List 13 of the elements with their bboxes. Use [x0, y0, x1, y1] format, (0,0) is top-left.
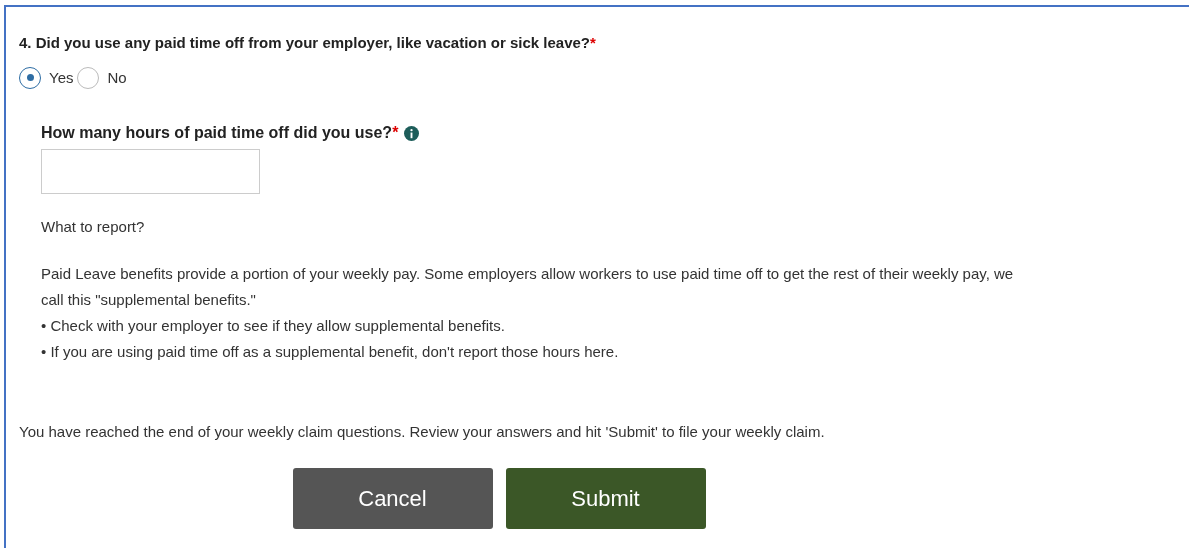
help-text: • Check with your employer to see if they allow supplemental benefits. [41, 315, 506, 336]
help-text: • If you are using paid time off as a supplemental benefit, don't report those hours here. [41, 341, 620, 362]
cancel-button[interactable]: Cancel [292, 468, 493, 529]
radio-option[interactable]: No [77, 66, 127, 89]
submit-button[interactable]: Submit [505, 468, 706, 529]
radio-option[interactable]: Yes [19, 66, 74, 89]
end-note: You have reached the end of your weekly claim questions. Review your answers and hit 'Submit' to file your weekly claim. [19, 421, 826, 442]
help-text: Paid Leave benefits provide a portion of your weekly pay. Some employers allow workers to use paid time off to get the rest of their weekly pay, we call this "supplemental benefits." [41, 263, 1015, 310]
hours-input-field[interactable] [41, 149, 260, 194]
help-title: What to report? [41, 217, 146, 237]
info-icon[interactable] [404, 125, 420, 141]
question-text: 4. Did you use any paid time off from your employer, like vacation or sick leave?* [19, 33, 597, 53]
field-label: How many hours of paid time off did you use?* [41, 123, 399, 143]
